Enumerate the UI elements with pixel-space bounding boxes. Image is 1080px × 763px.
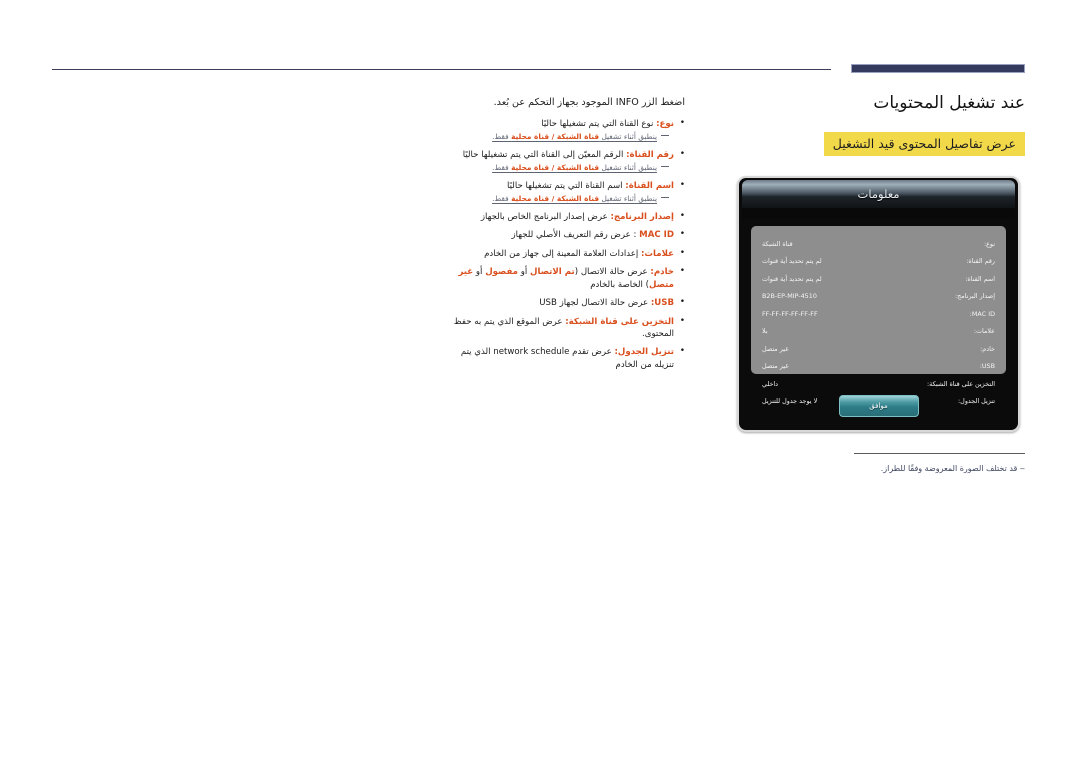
bullet-item: إصدار البرنامج: عرض إصدار البرنامج الخاص… bbox=[440, 210, 685, 224]
osd-row-label: خادم: bbox=[980, 344, 995, 353]
osd-info-row: إصدار البرنامج: B2B-EP-MIP-4510 bbox=[762, 288, 995, 306]
subnote-suffix: فقط. bbox=[492, 131, 512, 141]
bullet-term: MAC ID bbox=[639, 230, 674, 241]
right-column: عند تشغيل المحتويات عرض تفاصيل المحتوى ق… bbox=[735, 92, 1025, 157]
bullet-item: USB: عرض حالة الاتصال لجهاز USB bbox=[440, 296, 685, 310]
osd-row-value: B2B-EP-MIP-4510 bbox=[762, 292, 817, 301]
osd-row-label: علامات: bbox=[973, 327, 995, 336]
footnote-rule bbox=[854, 453, 1025, 454]
state-connected: تم الاتصال bbox=[530, 267, 575, 278]
subnote-terms: قناة الشبكة / قناة محلية bbox=[511, 131, 600, 141]
osd-row-label: رقم القناة: bbox=[966, 257, 995, 266]
osd-info-table: نوع: قناة الشبكة رقم القناة: لم يتم تحديد أ… bbox=[751, 226, 1006, 405]
osd-info-row: اسم القناة: لم يتم تحديد أية قنوات bbox=[762, 270, 995, 288]
osd-titlebar: معلومات bbox=[742, 180, 1015, 208]
osd-row-value: لم يتم تحديد أية قنوات bbox=[762, 257, 822, 266]
subnote-prefix: ينطبق أثناء تشغيل bbox=[599, 162, 657, 172]
bullet-item: رقم القناة: الرقم المعيّن إلى القناة الت… bbox=[440, 148, 685, 162]
osd-row-value: بلا bbox=[762, 327, 768, 336]
bullet-term: إصدار البرنامج: bbox=[610, 211, 674, 222]
bullet-description: : عرض رقم التعريف الأصلي للجهاز bbox=[511, 230, 640, 241]
subnote-suffix: فقط. bbox=[492, 162, 512, 172]
bullet-item: تنزيل الجدول: عرض تقدم network schedule … bbox=[440, 345, 685, 371]
bullet-term: علامات: bbox=[640, 248, 674, 259]
subnote-suffix: فقط. bbox=[492, 193, 512, 203]
osd-row-value: FF-FF-FF-FF-FF-FF bbox=[762, 309, 818, 318]
state-disconnected: مفصول bbox=[485, 267, 519, 278]
osd-row-label: التخزين على قناة الشبكة: bbox=[926, 379, 995, 388]
bullet-description: عرض إصدار البرنامج الخاص بالجهاز bbox=[480, 211, 611, 222]
bullet-description: نوع القناة التي يتم تشغيلها حاليًا bbox=[541, 119, 657, 130]
osd-dialog-wrapper: معلومات نوع: قناة الشبكة رقم القناة: لم يتم… bbox=[737, 176, 1020, 432]
bullet-subnote: ينطبق أثناء تشغيل قناة الشبكة / قناة محل… bbox=[440, 163, 669, 173]
osd-row-label: اسم القناة: bbox=[965, 274, 995, 283]
bullet-term: تنزيل الجدول: bbox=[614, 347, 674, 358]
osd-row-label: USB: bbox=[979, 362, 995, 371]
bullet-term: رقم القناة: bbox=[626, 150, 674, 161]
osd-info-row: نوع: قناة الشبكة bbox=[762, 235, 995, 253]
ok-button[interactable]: موافق bbox=[838, 395, 919, 417]
bullet-item: MAC ID : عرض رقم التعريف الأصلي للجهاز bbox=[440, 228, 685, 242]
subnote-prefix: ينطبق أثناء تشغيل bbox=[599, 193, 657, 203]
subnote-terms: قناة الشبكة / قناة محلية bbox=[511, 162, 600, 172]
footnote: ‒ قد تختلف الصورة المعروضة وفقًا للطراز. bbox=[880, 464, 1025, 473]
section-heading: عرض تفاصيل المحتوى قيد التشغيل bbox=[823, 132, 1025, 157]
osd-info-row: USB: غير متصل bbox=[762, 358, 995, 376]
bullet-subnote: ينطبق أثناء تشغيل قناة الشبكة / قناة محل… bbox=[440, 194, 669, 204]
bullet-item: علامات: إعدادات العلامة المعينة إلى جهاز… bbox=[440, 247, 685, 261]
bullet-term: نوع: bbox=[656, 119, 674, 130]
bullet-subnote: ينطبق أثناء تشغيل قناة الشبكة / قناة محل… bbox=[440, 132, 669, 142]
osd-row-value: لم يتم تحديد أية قنوات bbox=[762, 274, 822, 283]
osd-subbar bbox=[742, 208, 1015, 219]
bullet-description: إعدادات العلامة المعينة إلى جهاز من الخا… bbox=[484, 248, 641, 259]
content-column: اضغط الزر INFO الموجود بجهاز التحكم عن ب… bbox=[440, 96, 685, 377]
intro-text: اضغط الزر INFO الموجود بجهاز التحكم عن ب… bbox=[493, 97, 685, 108]
page-title: عند تشغيل المحتويات bbox=[873, 93, 1025, 113]
bullet-term: خادم: bbox=[650, 267, 674, 278]
osd-info-row: MAC ID: FF-FF-FF-FF-FF-FF bbox=[762, 305, 995, 323]
subnote-terms: قناة الشبكة / قناة محلية bbox=[511, 193, 600, 203]
osd-row-label: إصدار البرنامج: bbox=[954, 292, 995, 301]
osd-row-label: نوع: bbox=[983, 239, 995, 248]
bullet-item: التخزين على قناة الشبكة: عرض الموقع الذي… bbox=[440, 315, 685, 341]
bullet-term: USB: bbox=[650, 298, 674, 309]
bullet-item: خادم: عرض حالة الاتصال (تم الاتصال أو مف… bbox=[440, 265, 685, 291]
osd-row-label: MAC ID: bbox=[969, 309, 995, 318]
header-rule-accent bbox=[851, 64, 1025, 73]
bullet-item: اسم القناة: اسم القناة التي يتم تشغيلها … bbox=[440, 179, 685, 193]
bullet-list: نوع: نوع القناة التي يتم تشغيلها حاليًاي… bbox=[440, 117, 685, 377]
bullet-description: عرض حالة الاتصال لجهاز USB bbox=[539, 298, 651, 309]
osd-title: معلومات bbox=[857, 187, 900, 201]
intro-paragraph: اضغط الزر INFO الموجود بجهاز التحكم عن ب… bbox=[440, 96, 685, 109]
bullet-description: الرقم المعيّن إلى القناة التي يتم تشغيله… bbox=[462, 150, 627, 161]
bullet-item: نوع: نوع القناة التي يتم تشغيلها حاليًا bbox=[440, 117, 685, 131]
osd-row-value: غير متصل bbox=[762, 344, 789, 353]
bullet-spacer bbox=[440, 372, 685, 377]
osd-footer: موافق bbox=[739, 395, 1018, 417]
subnote-prefix: ينطبق أثناء تشغيل bbox=[599, 131, 657, 141]
bullet-description: عرض حالة الاتصال bbox=[580, 267, 651, 278]
osd-dialog: معلومات نوع: قناة الشبكة رقم القناة: لم يتم… bbox=[737, 176, 1020, 432]
osd-info-row: خادم: غير متصل bbox=[762, 340, 995, 358]
bullet-description: اسم القناة التي يتم تشغيلها حاليًا bbox=[507, 181, 626, 192]
bullet-term: التخزين على قناة الشبكة: bbox=[565, 316, 674, 327]
osd-info-row: رقم القناة: لم يتم تحديد أية قنوات bbox=[762, 253, 995, 271]
bullet-term: اسم القناة: bbox=[625, 181, 674, 192]
osd-row-value: قناة الشبكة bbox=[762, 239, 793, 248]
osd-info-row: علامات: بلا bbox=[762, 323, 995, 341]
osd-row-value: داخلي bbox=[762, 379, 779, 388]
header-rule-thin bbox=[52, 69, 831, 70]
osd-row-value: غير متصل bbox=[762, 362, 789, 371]
osd-info-row: التخزين على قناة الشبكة: داخلي bbox=[762, 375, 995, 393]
